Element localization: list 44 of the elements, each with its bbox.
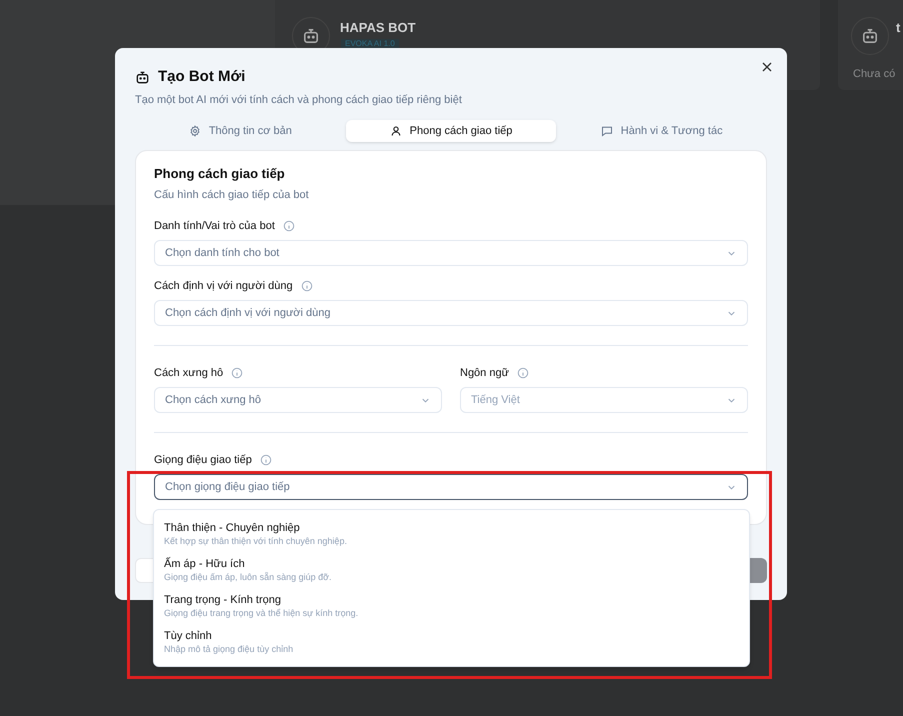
select-field[interactable]: Chọn danh tính cho bot — [154, 240, 748, 266]
field-label: Cách xưng hô — [154, 366, 224, 381]
close-button[interactable] — [761, 61, 773, 73]
section-title: Phong cách giao tiếp — [154, 165, 286, 183]
info-icon[interactable] — [231, 367, 244, 379]
select-field[interactable]: Chọn cách xưng hô — [154, 387, 442, 413]
info-icon[interactable] — [300, 280, 313, 292]
info-icon[interactable] — [282, 220, 295, 232]
field-label: Ngôn ngữ — [460, 366, 509, 381]
version-badge: EVOKA AI 1.0 — [341, 39, 399, 49]
gear-icon — [188, 125, 201, 137]
section-subtitle: Cấu hình cách giao tiếp của bot — [154, 188, 310, 202]
select-field[interactable]: Chọn giọng điệu giao tiếp — [154, 474, 748, 500]
dialog-subtitle: Tạo một bot AI mới với tính cách và phong cách giao tiếp riêng biệt — [135, 92, 463, 108]
option-description: Giọng điệu trang trọng và thể hiện sự kính trọng. — [164, 607, 360, 619]
info-icon[interactable] — [516, 367, 529, 379]
option-title: Thân thiện - Chuyên nghiệp — [164, 521, 301, 535]
tab[interactable]: Phong cách giao tiếp — [346, 120, 556, 142]
option-title: Tùy chỉnh — [164, 629, 213, 643]
dropdown-option[interactable]: Tùy chỉnh Nhập mô tả giọng điệu tùy chỉnh — [154, 624, 749, 660]
dropdown-option[interactable]: Thân thiện - Chuyên nghiệp Kết hợp sự thân thiện với tính chuyên nghiệp. — [154, 516, 749, 552]
robot-icon — [135, 70, 150, 85]
user-icon — [390, 125, 402, 137]
select-field[interactable]: Chọn cách định vị với người dùng — [154, 300, 748, 326]
option-description: Kết hợp sự thân thiện với tính chuyên nghiệp. — [164, 535, 348, 547]
dropdown-option[interactable]: Ấm áp - Hữu ích Giọng điệu ấm áp, luôn sẵn sàng giúp đỡ. — [154, 552, 749, 588]
info-icon[interactable] — [260, 454, 272, 466]
option-title: Trang trọng - Kính trọng — [164, 593, 282, 607]
field-label: Giọng điệu giao tiếp — [154, 452, 252, 468]
tab[interactable]: Thông tin cơ bản — [135, 120, 346, 142]
tab[interactable]: Hành vi & Tương tác — [556, 120, 768, 142]
robot-icon — [861, 27, 879, 45]
chat-bubble-icon — [600, 125, 613, 137]
option-description: Nhập mô tả giọng điệu tùy chỉnh — [164, 643, 294, 655]
robot-icon — [302, 27, 320, 45]
bot-caption: Chưa có — [853, 67, 896, 82]
field-label: Cách định vị với người dùng — [154, 278, 293, 294]
bot-name: HAPAS BOT — [340, 19, 416, 37]
dropdown-option[interactable]: Trang trọng - Kính trọng Giọng điệu trang trọng và thể hiện sự kính trọng. — [154, 588, 749, 624]
option-title: Ấm áp - Hữu ích — [164, 557, 246, 571]
option-description: Giọng điệu ấm áp, luôn sẵn sàng giúp đỡ. — [164, 571, 333, 583]
bot-name: t — [896, 19, 900, 37]
dialog-title: Tạo Bot Mới — [158, 67, 246, 87]
field-label: Danh tính/Vai trò của bot — [154, 218, 275, 234]
